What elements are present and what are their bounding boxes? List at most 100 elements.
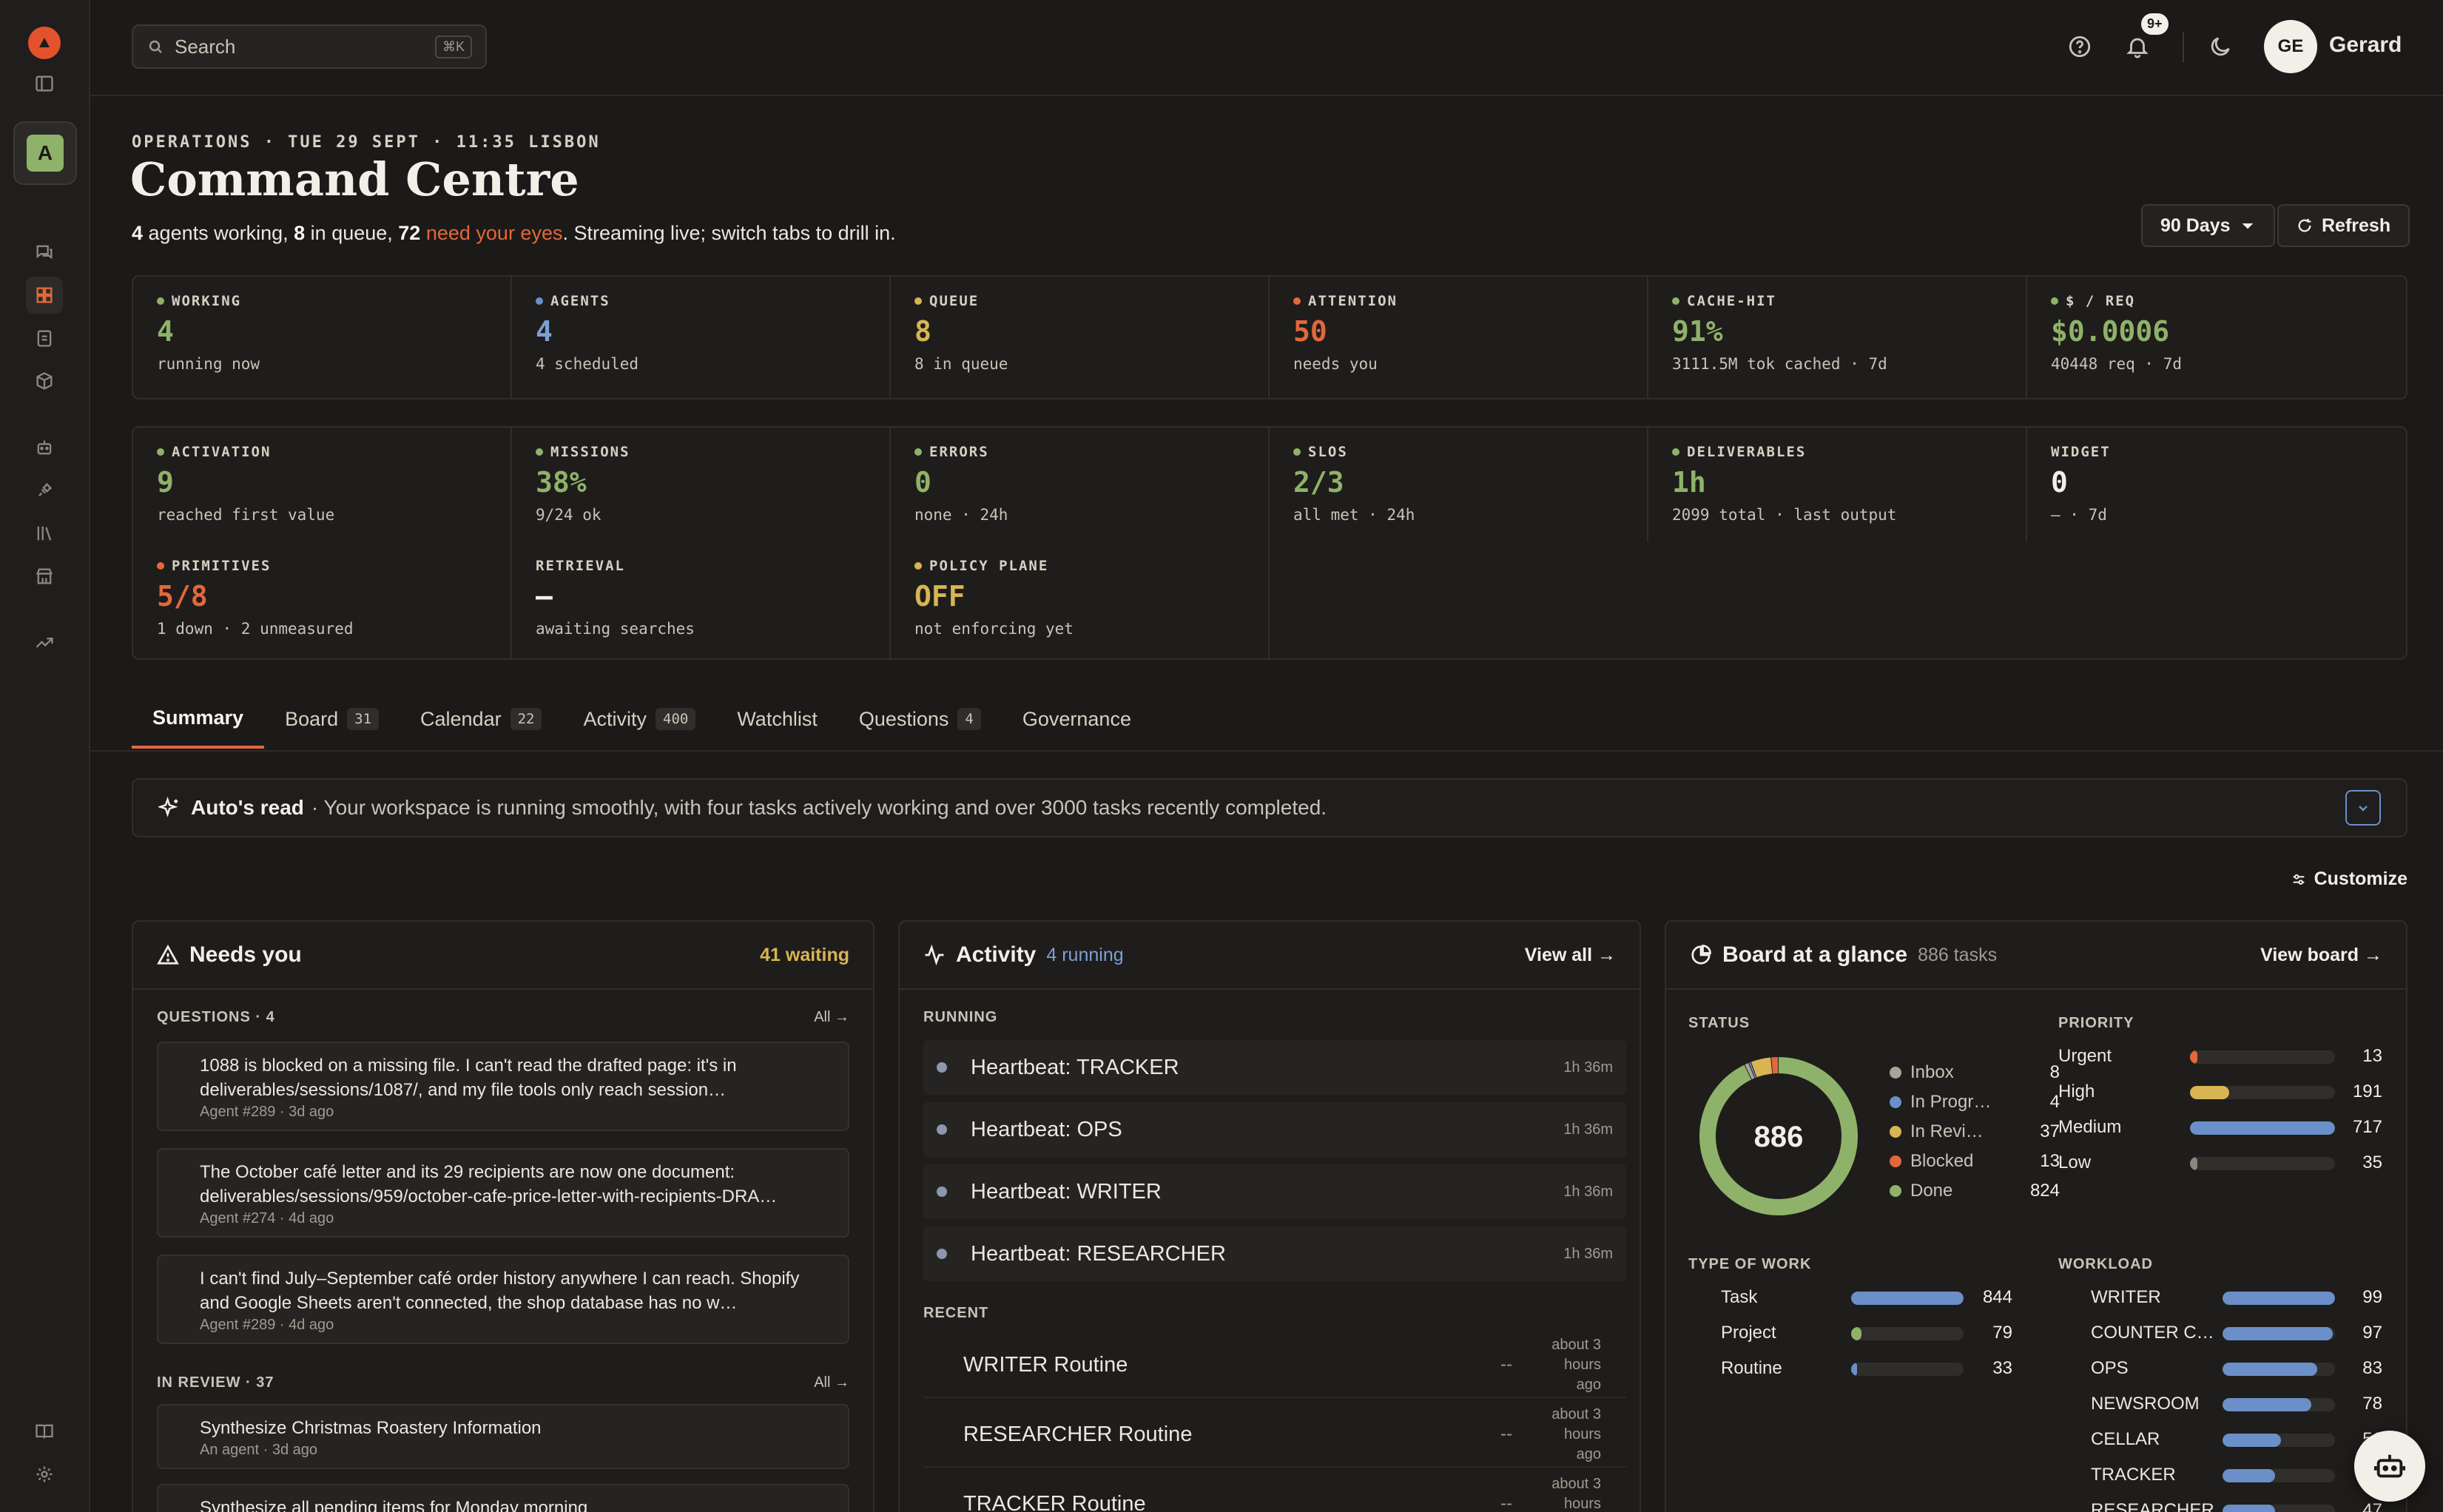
tab-questions[interactable]: Questions 4 <box>838 689 1002 749</box>
nav-tasks[interactable] <box>26 320 63 357</box>
donut-center-value: 886 <box>1754 1121 1804 1153</box>
search-box[interactable]: ⌘K <box>132 24 487 69</box>
workload-row[interactable]: WRITER <box>2058 1287 2161 1308</box>
workload-count: 97 <box>2362 1323 2382 1343</box>
kpi-queue[interactable]: QUEUE 8 8 in queue <box>891 277 1270 398</box>
review-all-link[interactable]: All → <box>814 1374 849 1391</box>
tab-activity[interactable]: Activity 400 <box>562 689 716 749</box>
type-row-routine[interactable]: Routine <box>1688 1358 1782 1379</box>
question-item[interactable]: 1088 is blocked on a missing file. I can… <box>157 1042 849 1131</box>
search-input[interactable] <box>175 35 435 58</box>
kpi-slos[interactable]: SLOS 2/3 all met · 24h <box>1270 428 1648 541</box>
toggle-sidebar-button[interactable] <box>26 65 63 102</box>
workload-row[interactable]: TRACKER <box>2058 1465 2176 1485</box>
customize-label: Customize <box>2314 868 2407 889</box>
kpi-sub: 1 down · 2 unmeasured <box>157 620 354 638</box>
kpi-sub: 3111.5M tok cached · 7d <box>1672 355 1887 373</box>
nav-analytics[interactable] <box>26 624 63 661</box>
review-text: Synthesize Christmas Roastery Informatio… <box>200 1418 542 1438</box>
workload-row[interactable]: OPS <box>2058 1358 2129 1379</box>
nav-chat[interactable] <box>26 234 63 271</box>
kpi-label-text: WIDGET <box>2051 444 2111 460</box>
donut-slice-inbox[interactable] <box>1745 1063 1755 1080</box>
view-all-activity-link[interactable]: View all → <box>1525 945 1616 966</box>
kpi-missions[interactable]: MISSIONS 38% 9/24 ok <box>512 428 891 541</box>
notifications-button[interactable]: 9+ <box>2120 13 2169 64</box>
kpi-deliverables[interactable]: DELIVERABLES 1h 2099 total · last output <box>1648 428 2027 541</box>
status-legend-item[interactable]: Done 824 <box>1890 1181 2060 1201</box>
pie-chart-icon <box>1691 945 1711 965</box>
question-item[interactable]: I can't find July–September café order h… <box>157 1255 849 1344</box>
date-range-select[interactable]: 90 Days <box>2141 204 2275 247</box>
warning-icon <box>157 944 179 965</box>
workload-row[interactable]: CELLAR <box>2058 1429 2160 1450</box>
tab-watchlist[interactable]: Watchlist <box>716 689 838 749</box>
kpi-label-text: AGENTS <box>550 293 610 309</box>
kpi-working[interactable]: WORKING 4 running now <box>133 277 512 398</box>
kpi-label-text: ERRORS <box>929 444 989 460</box>
type-row-task[interactable]: Task <box>1688 1287 1757 1308</box>
view-board-link[interactable]: View board → <box>2260 945 2382 966</box>
nav-docs[interactable] <box>26 1413 63 1450</box>
theme-toggle-button[interactable] <box>2203 30 2237 64</box>
tab-board[interactable]: Board 31 <box>264 689 400 749</box>
app-logo[interactable] <box>28 27 61 59</box>
help-button[interactable] <box>2063 30 2097 64</box>
kpi-activation[interactable]: ACTIVATION 9 reached first value <box>133 428 512 541</box>
questions-all-link[interactable]: All → <box>814 1009 849 1026</box>
review-item[interactable]: Synthesize Christmas Roastery Informatio… <box>157 1404 849 1469</box>
user-name[interactable]: Gerard <box>2329 33 2402 58</box>
expand-auto-read-button[interactable] <box>2345 790 2381 826</box>
kpi-widget[interactable]: WIDGET 0 — · 7d <box>2027 428 2406 541</box>
kpi-req[interactable]: $ / REQ $0.0006 40448 req · 7d <box>2027 277 2406 398</box>
kpi-attention[interactable]: ATTENTION 50 needs you <box>1270 277 1648 398</box>
running-item[interactable]: Heartbeat: OPS 1h 36m <box>923 1102 1626 1157</box>
kpi-agents[interactable]: AGENTS 4 4 scheduled <box>512 277 891 398</box>
avatar[interactable]: GE <box>2264 20 2317 73</box>
status-legend-item[interactable]: In Revi… 37 <box>1890 1121 2060 1142</box>
tab-calendar[interactable]: Calendar 22 <box>400 689 562 749</box>
running-item[interactable]: Heartbeat: RESEARCHER 1h 36m <box>923 1226 1626 1281</box>
question-item[interactable]: The October café letter and its 29 recip… <box>157 1148 849 1238</box>
type-row-project[interactable]: Project <box>1688 1323 1776 1343</box>
legend-swatch <box>1890 1067 1901 1079</box>
kpi-cache-hit[interactable]: CACHE-HIT 91% 3111.5M tok cached · 7d <box>1648 277 2027 398</box>
nav-dashboard[interactable] <box>26 277 63 314</box>
donut-slice-in-revi[interactable] <box>1750 1057 1773 1078</box>
status-legend-item[interactable]: In Progr… 4 <box>1890 1092 2060 1113</box>
kpi-primitives[interactable]: PRIMITIVES 5/8 1 down · 2 unmeasured <box>133 541 512 658</box>
recent-item[interactable]: TRACKER Routine -- about 3 hoursago <box>923 1472 1626 1512</box>
kpi-errors[interactable]: ERRORS 0 none · 24h <box>891 428 1270 541</box>
assistant-fab-button[interactable] <box>2354 1431 2425 1502</box>
status-legend-item[interactable]: Inbox 8 <box>1890 1062 2060 1083</box>
recent-item[interactable]: WRITER Routine -- about 3 hours ago <box>923 1333 1626 1398</box>
topbar: ⌘K 9+ GE Gerard <box>90 0 2443 96</box>
review-item[interactable]: Synthesize all pending items for Monday … <box>157 1484 849 1512</box>
nav-integrations[interactable] <box>26 472 63 509</box>
workspace-switcher[interactable]: A <box>13 121 77 185</box>
kpi-retrieval[interactable]: RETRIEVAL — awaiting searches <box>512 541 891 658</box>
customize-button[interactable]: Customize <box>2291 868 2407 890</box>
recent-name: RESEARCHER Routine <box>963 1422 1193 1446</box>
status-legend-item[interactable]: Blocked 13 <box>1890 1151 2060 1172</box>
nav-packages[interactable] <box>26 362 63 399</box>
kpi-sub: all met · 24h <box>1293 506 1415 524</box>
kpi-policy-plane[interactable]: POLICY PLANE OFF not enforcing yet <box>891 541 1270 658</box>
running-item[interactable]: Heartbeat: WRITER 1h 36m <box>923 1164 1626 1219</box>
nav-library[interactable] <box>26 515 63 552</box>
kpi-grid-secondary: ACTIVATION 9 reached first value MISSIONS 38… <box>132 426 2407 660</box>
nav-settings[interactable] <box>26 1456 63 1493</box>
summary-attention-link[interactable]: need your eyes <box>426 222 563 244</box>
refresh-button[interactable]: Refresh <box>2277 204 2410 247</box>
tab-summary[interactable]: Summary <box>132 689 265 749</box>
workload-row[interactable]: NEWSROOM <box>2058 1394 2200 1414</box>
workload-row[interactable]: RESEARCHER <box>2058 1500 2214 1512</box>
nav-agents[interactable] <box>26 429 63 466</box>
tab-governance[interactable]: Governance <box>1002 689 1152 749</box>
kpi-label: MISSIONS <box>536 444 866 460</box>
workload-row[interactable]: COUNTER C… <box>2058 1323 2214 1343</box>
running-item[interactable]: Heartbeat: TRACKER 1h 36m <box>923 1040 1626 1095</box>
running-dot <box>937 1187 947 1197</box>
recent-item[interactable]: RESEARCHER Routine -- about 3 hours ago <box>923 1403 1626 1468</box>
nav-store[interactable] <box>26 558 63 595</box>
